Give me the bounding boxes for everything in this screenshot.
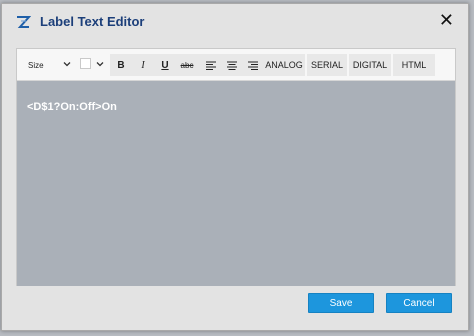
rich-text-editor: Size B I U abc ANALOG SERIAL DIGITAL HTM… — [16, 48, 456, 286]
font-color-select[interactable] — [77, 54, 107, 76]
z-logo-icon — [15, 14, 32, 30]
font-size-label: Size — [28, 60, 44, 70]
dialog-header: Label Text Editor ✕ — [2, 4, 468, 42]
font-size-select[interactable]: Size — [23, 54, 75, 76]
underline-button[interactable]: U — [155, 54, 175, 76]
align-center-icon[interactable] — [222, 54, 242, 76]
analog-button[interactable]: ANALOG — [263, 54, 305, 76]
chevron-down-icon — [96, 60, 104, 70]
label-text-editor-dialog: Label Text Editor ✕ Size B I U abc ANALO… — [1, 3, 469, 331]
serial-button[interactable]: SERIAL — [307, 54, 347, 76]
strikethrough-button[interactable]: abc — [177, 54, 197, 76]
dialog-title: Label Text Editor — [40, 14, 145, 29]
editor-content-area[interactable]: <D$1?On:Off>On — [17, 81, 455, 286]
editor-toolbar: Size B I U abc ANALOG SERIAL DIGITAL HTM… — [17, 49, 455, 81]
align-left-icon[interactable] — [201, 54, 221, 76]
cancel-button[interactable]: Cancel — [386, 293, 452, 313]
digital-button[interactable]: DIGITAL — [349, 54, 391, 76]
color-swatch — [80, 58, 91, 69]
bold-button[interactable]: B — [111, 54, 131, 76]
chevron-down-icon — [63, 60, 71, 70]
save-button[interactable]: Save — [308, 293, 374, 313]
italic-button[interactable]: I — [133, 54, 153, 76]
align-right-icon[interactable] — [243, 54, 263, 76]
editor-text: <D$1?On:Off>On — [27, 101, 117, 113]
close-icon[interactable]: ✕ — [439, 11, 454, 31]
html-button[interactable]: HTML — [393, 54, 435, 76]
